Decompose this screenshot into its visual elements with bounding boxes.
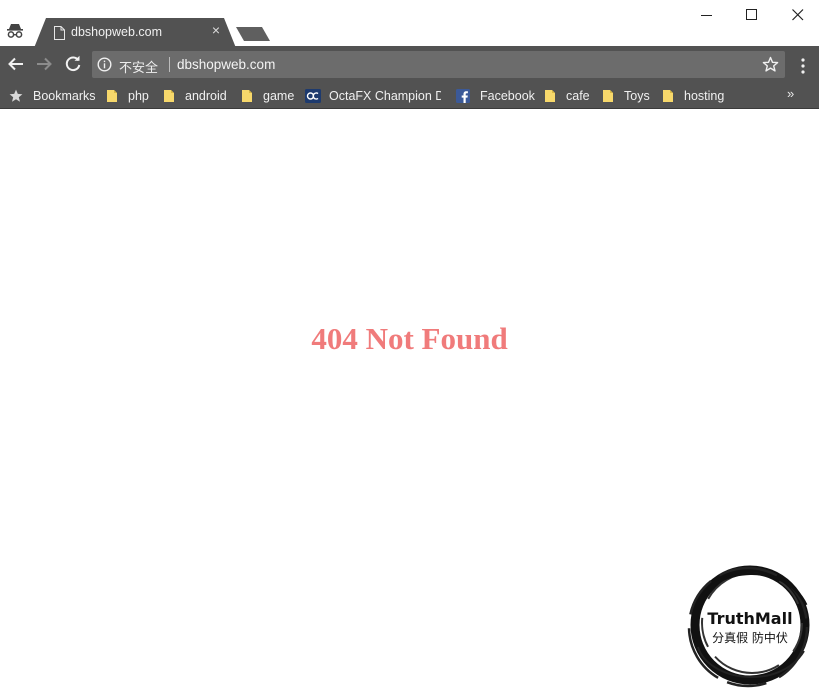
forward-arrow-icon[interactable] (34, 54, 54, 74)
folder-icon (603, 90, 613, 102)
bookmark-item-cafe[interactable]: cafe (543, 87, 590, 105)
bookmark-item-php[interactable]: php (105, 87, 149, 105)
page-heading: 404 Not Found (311, 321, 508, 356)
octafx-icon (305, 89, 321, 103)
folder-icon (663, 90, 673, 102)
minimize-icon (701, 15, 712, 16)
close-window-button[interactable] (783, 4, 813, 26)
tab-close-icon[interactable]: × (210, 23, 222, 37)
tab-title: dbshopweb.com (71, 25, 163, 39)
security-status[interactable]: 不安全 (119, 57, 158, 76)
browser-tab[interactable]: dbshopweb.com × (34, 18, 236, 48)
bookmark-item-android[interactable]: android (162, 87, 227, 105)
bookmark-item-bookmarks[interactable]: Bookmarks (9, 87, 96, 105)
truthmall-logo: TruthMall 分真假 防中伏 (687, 565, 810, 688)
bookmark-item-facebook[interactable]: Facebook (456, 87, 535, 105)
back-arrow-icon[interactable] (6, 54, 26, 74)
incognito-icon (7, 24, 23, 38)
star-icon (9, 89, 23, 102)
menu-icon[interactable] (797, 57, 809, 75)
logo-slogan: 分真假 防中伏 (712, 630, 788, 645)
minimize-button[interactable] (692, 4, 722, 26)
bookmarks-overflow-button[interactable]: » (787, 86, 794, 101)
info-icon[interactable] (97, 57, 112, 72)
folder-icon (164, 90, 174, 102)
bookmarks-bar: Bookmarks php android game OctaFX Champi… (0, 82, 819, 109)
title-bar: dbshopweb.com × (0, 0, 819, 48)
folder-icon (107, 90, 117, 102)
bookmark-star-icon[interactable] (762, 56, 779, 73)
bookmark-item-toys[interactable]: Toys (601, 87, 650, 105)
address-divider (169, 57, 170, 72)
document-icon (54, 26, 65, 40)
facebook-icon (456, 89, 470, 103)
bookmark-item-octafx[interactable]: OctaFX Champion Demo (305, 87, 441, 105)
address-bar[interactable]: 不安全 dbshopweb.com (92, 51, 785, 78)
folder-icon (242, 90, 252, 102)
reload-icon[interactable] (63, 54, 83, 74)
folder-icon (545, 90, 555, 102)
close-icon (792, 9, 804, 21)
bookmark-item-hosting[interactable]: hosting (661, 87, 724, 105)
new-tab-button[interactable] (236, 26, 270, 42)
logo-brand: TruthMall (707, 609, 792, 628)
maximize-icon (746, 9, 757, 20)
maximize-button[interactable] (737, 4, 767, 26)
url-text[interactable]: dbshopweb.com (177, 57, 275, 72)
bookmark-item-game[interactable]: game (240, 87, 294, 105)
